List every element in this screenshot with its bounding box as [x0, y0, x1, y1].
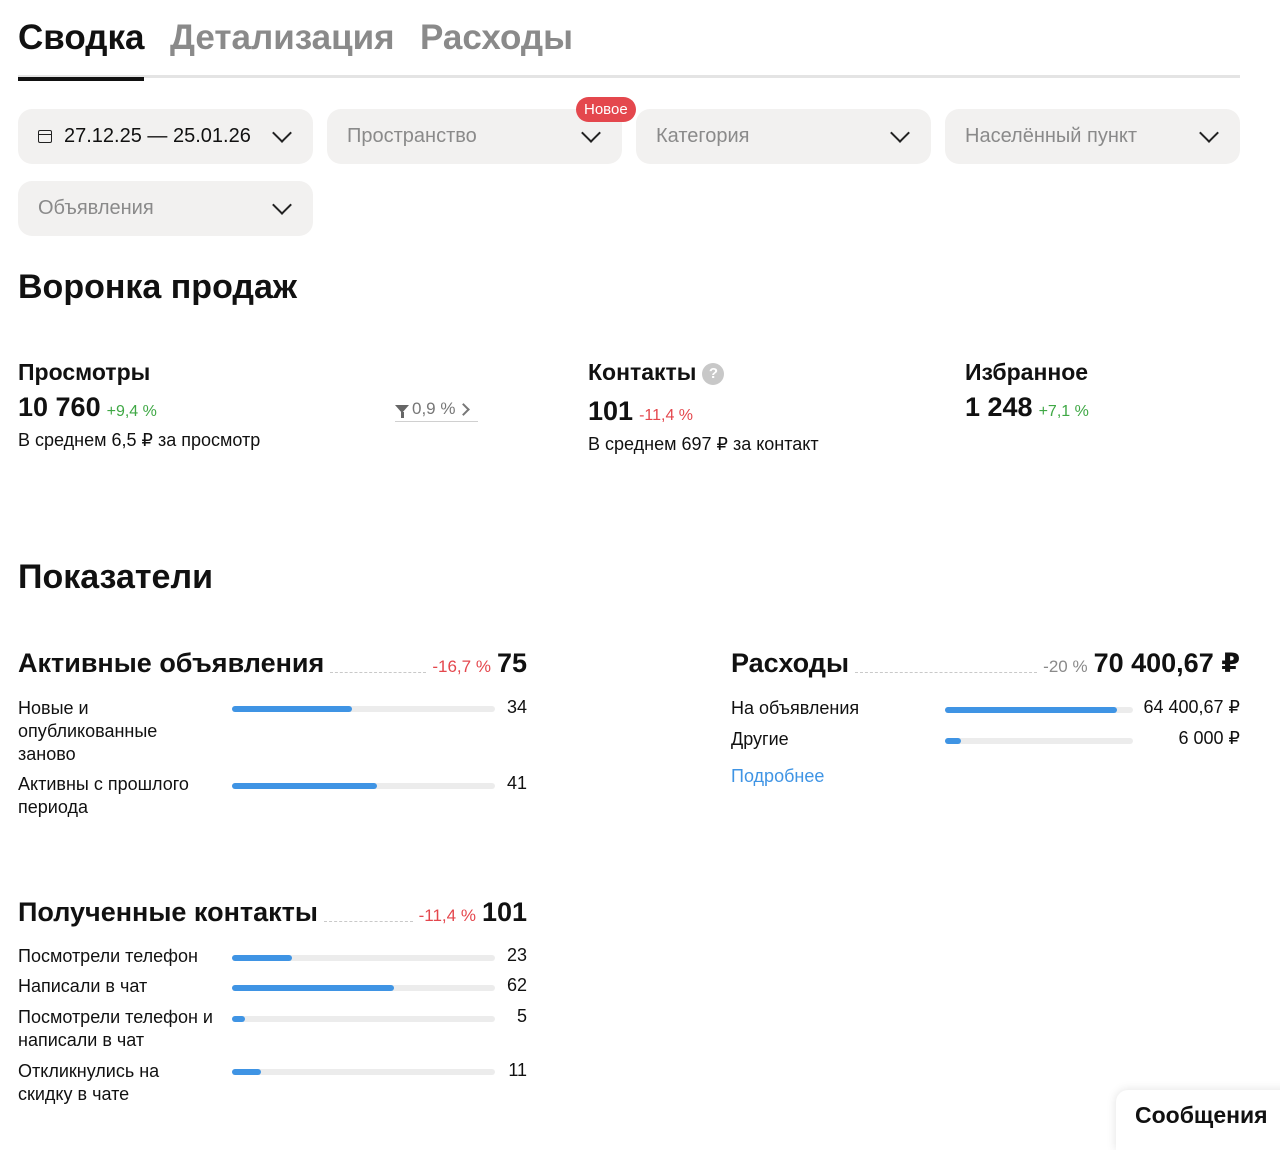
contacts-delta: -11,4 %: [639, 407, 694, 424]
row-value: 23: [506, 945, 527, 965]
new-badge: Новое: [576, 97, 636, 122]
progress-fill: [945, 707, 1118, 713]
funnel-heading: Воронка продаж: [18, 268, 297, 306]
dotted-leader: [323, 921, 413, 922]
more-link[interactable]: Подробнее: [731, 766, 824, 787]
row-value: 6 000 ₽: [1178, 728, 1241, 748]
chevron-down-icon: [272, 122, 292, 143]
messages-button[interactable]: Сообщения: [1116, 1090, 1280, 1150]
row-value: 34: [506, 697, 527, 717]
row-label: Откликнулись на скидку в чате: [18, 1061, 160, 1104]
progress-bar: [232, 706, 495, 712]
category-filter-label: Категория: [656, 125, 750, 147]
expenses-value: 70 400,67 ₽: [1093, 648, 1240, 678]
calendar-icon: [38, 130, 52, 143]
row-label: На объявления: [731, 698, 860, 718]
favorites-number: 1 248: [965, 392, 1033, 422]
row-value: 5: [516, 1006, 527, 1026]
views-title: Просмотры: [18, 359, 151, 385]
favorites-value: 1 248 +7,1 %: [965, 392, 1089, 423]
space-filter-label: Пространство: [347, 125, 477, 147]
progress-fill: [232, 1069, 261, 1075]
chevron-down-icon: [1199, 122, 1219, 143]
progress-fill: [232, 1016, 246, 1022]
contacts-title-text: Контакты: [588, 359, 697, 385]
conversion-value: 0,9 %: [412, 399, 456, 418]
progress-bar: [232, 985, 495, 991]
row-value: 62: [506, 975, 527, 995]
progress-fill: [945, 738, 961, 744]
row-value: 64 400,67 ₽: [1143, 697, 1240, 717]
chevron-down-icon: [272, 194, 292, 215]
dotted-leader: [330, 672, 427, 673]
favorites-delta: +7,1 %: [1038, 403, 1089, 420]
progress-fill: [232, 955, 293, 961]
progress-fill: [232, 706, 352, 712]
chevron-down-icon: [890, 122, 910, 143]
progress-bar: [232, 1016, 495, 1022]
location-filter[interactable]: Населённый пункт: [945, 109, 1240, 164]
received-contacts-delta: -11,4 %: [418, 906, 476, 925]
listings-filter-label: Объявления: [38, 197, 154, 219]
progress-fill: [232, 985, 394, 991]
row-label: Активны с прошлого периода: [18, 774, 189, 817]
row-value: 41: [506, 773, 527, 793]
funnel-icon: [395, 405, 409, 418]
contacts-average: В среднем 697 ₽ за контакт: [588, 434, 819, 454]
tab-details[interactable]: Детализация: [170, 18, 395, 58]
row-label: Посмотрели телефон: [18, 946, 198, 966]
active-listings-title: Активные объявления: [18, 648, 325, 678]
received-contacts-value: 101: [481, 897, 527, 927]
expenses-delta: -20 %: [1043, 657, 1088, 676]
chevron-down-icon: [581, 122, 601, 143]
tab-summary[interactable]: Сводка: [18, 18, 145, 81]
progress-bar: [232, 783, 495, 789]
row-label: Написали в чат: [18, 976, 148, 996]
progress-bar: [232, 1069, 495, 1075]
active-listings-header: Активные объявления -16,7 % 75: [18, 648, 527, 679]
favorites-title: Избранное: [965, 359, 1089, 385]
tab-expenses[interactable]: Расходы: [420, 18, 573, 58]
row-label: Новые и опубликованные заново: [18, 698, 158, 764]
indicators-heading: Показатели: [18, 558, 213, 596]
progress-bar: [945, 738, 1133, 744]
views-value: 10 760 +9,4 %: [18, 392, 157, 423]
chevron-right-icon: [457, 402, 471, 416]
views-number: 10 760: [18, 392, 101, 422]
active-listings-value: 75: [496, 648, 527, 678]
category-filter[interactable]: Категория: [636, 109, 931, 164]
progress-fill: [232, 783, 377, 789]
views-average: В среднем 6,5 ₽ за просмотр: [18, 430, 261, 450]
date-range-filter[interactable]: 27.12.25 — 25.01.26: [18, 109, 313, 164]
views-delta: +9,4 %: [106, 403, 157, 420]
expenses-title: Расходы: [731, 648, 850, 678]
contacts-number: 101: [588, 396, 634, 426]
help-icon[interactable]: ?: [702, 362, 725, 385]
date-range-value: 27.12.25 — 25.01.26: [64, 125, 251, 147]
progress-bar: [232, 955, 495, 961]
location-filter-label: Населённый пункт: [965, 125, 1138, 147]
active-listings-delta: -16,7 %: [432, 657, 491, 676]
contacts-value: 101 -11,4 %: [588, 396, 693, 427]
dotted-leader: [855, 672, 1038, 673]
received-contacts-header: Полученные контакты -11,4 % 101: [18, 897, 527, 928]
expenses-header: Расходы -20 % 70 400,67 ₽: [731, 648, 1240, 679]
tab-bar: Сводка Детализация Расходы: [18, 14, 1240, 81]
progress-bar: [945, 707, 1133, 713]
received-contacts-title: Полученные контакты: [18, 897, 318, 927]
contacts-title: Контакты?: [588, 359, 725, 386]
row-label: Посмотрели телефон и написали в чат: [18, 1007, 213, 1050]
row-label: Другие: [731, 729, 789, 749]
conversion-link[interactable]: 0,9 %: [395, 397, 478, 422]
listings-filter[interactable]: Объявления: [18, 181, 313, 236]
row-value: 11: [508, 1060, 527, 1080]
